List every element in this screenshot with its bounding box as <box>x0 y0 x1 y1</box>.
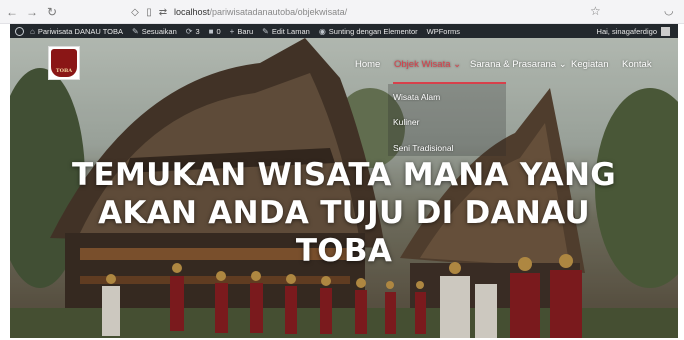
site-name-label: Pariwisata DANAU TOBA <box>37 26 124 36</box>
site-logo[interactable]: TOBA <box>48 46 80 80</box>
admin-customize[interactable]: ✎ Sesuaikan <box>132 27 177 36</box>
plus-icon: + <box>229 26 235 36</box>
url-host: localhost <box>174 7 210 17</box>
reload-icon[interactable]: ↻ <box>44 4 60 20</box>
wp-admin-bar: ⌂ Pariwisata DANAU TOBA ✎ Sesuaikan ⟳ 3 ■ 0 … <box>10 24 678 38</box>
headline-line-3: TOBA <box>295 233 393 269</box>
shield-icon[interactable]: ◇ <box>128 7 142 18</box>
customize-label: Sesuaikan <box>141 26 177 36</box>
comments-count: 0 <box>216 26 221 36</box>
bookmark-star-icon[interactable]: ☆ <box>590 4 604 20</box>
hero-section: TOBA Home Objek Wisata ⌄ Sarana & Prasar… <box>10 38 678 338</box>
avatar <box>661 26 670 36</box>
wordpress-logo-icon[interactable] <box>15 26 24 36</box>
admin-account[interactable]: Hai, sinagaferdigo <box>597 24 670 38</box>
chevron-down-icon: ⌄ <box>453 59 462 70</box>
greeting-label: Hai, sinagaferdigo <box>596 26 657 36</box>
admin-elementor[interactable]: ◉ Sunting dengan Elementor <box>319 27 418 36</box>
wpforms-label: WPForms <box>426 26 460 36</box>
home-icon: ⌂ <box>30 26 35 36</box>
logo-text: TOBA <box>55 68 73 74</box>
pencil-icon: ✎ <box>262 26 269 36</box>
headline-line-1: TEMUKAN WISATA MANA YANG <box>72 157 616 193</box>
url-path: /pariwisatadanautoba/objekwisata/ <box>209 7 348 17</box>
submenu-item-seni-tradisional[interactable]: Seni Tradisional <box>393 143 453 153</box>
updates-count: 3 <box>195 26 200 36</box>
comment-icon: ■ <box>208 26 214 36</box>
browser-toolbar: ← → ↻ ◇ ▯ ⇄ localhost/pariwisatadanautob… <box>0 0 684 24</box>
back-icon[interactable]: ← <box>4 4 20 20</box>
brush-icon: ✎ <box>132 26 139 36</box>
submenu-item-wisata-alam[interactable]: Wisata Alam <box>393 92 440 102</box>
address-bar[interactable]: ◇ ▯ ⇄ localhost/pariwisatadanautoba/obje… <box>128 4 528 20</box>
admin-new[interactable]: + Baru <box>230 27 254 36</box>
nav-objek-wisata[interactable]: Objek Wisata ⌄ <box>394 59 461 70</box>
forward-icon[interactable]: → <box>24 4 40 20</box>
edit-page-label: Edit Laman <box>271 26 310 36</box>
pocket-icon[interactable]: ◡ <box>664 4 678 20</box>
permissions-icon[interactable]: ⇄ <box>156 7 170 18</box>
admin-wpforms[interactable]: WPForms <box>427 27 460 36</box>
elementor-label: Sunting dengan Elementor <box>328 26 418 36</box>
logo-emblem: TOBA <box>51 49 77 77</box>
nav-sarana-label: Sarana & Prasarana <box>470 59 557 70</box>
nav-objek-wisata-label: Objek Wisata <box>394 59 451 70</box>
chevron-down-icon: ⌄ <box>558 59 567 70</box>
admin-comments[interactable]: ■ 0 <box>209 27 221 36</box>
nav-home[interactable]: Home <box>355 59 380 70</box>
admin-site-name[interactable]: ⌂ Pariwisata DANAU TOBA <box>30 27 123 36</box>
url-text[interactable]: localhost/pariwisatadanautoba/objekwisat… <box>174 7 347 17</box>
nav-kegiatan[interactable]: Kegiatan <box>571 59 609 70</box>
submenu-item-kuliner[interactable]: Kuliner <box>393 117 419 127</box>
new-label: Baru <box>237 26 254 36</box>
admin-updates[interactable]: ⟳ 3 <box>186 27 200 36</box>
page-info-icon[interactable]: ▯ <box>142 7 156 18</box>
headline-line-2: AKAN ANDA TUJU DI DANAU <box>98 195 590 231</box>
elementor-icon: ◉ <box>318 26 326 36</box>
admin-edit-page[interactable]: ✎ Edit Laman <box>262 27 310 36</box>
hero-headline: TEMUKAN WISATA MANA YANG AKAN ANDA TUJU … <box>10 156 678 270</box>
updates-icon: ⟳ <box>185 26 193 36</box>
nav-sarana-prasarana[interactable]: Sarana & Prasarana ⌄ <box>470 59 567 70</box>
nav-kontak[interactable]: Kontak <box>622 59 652 70</box>
